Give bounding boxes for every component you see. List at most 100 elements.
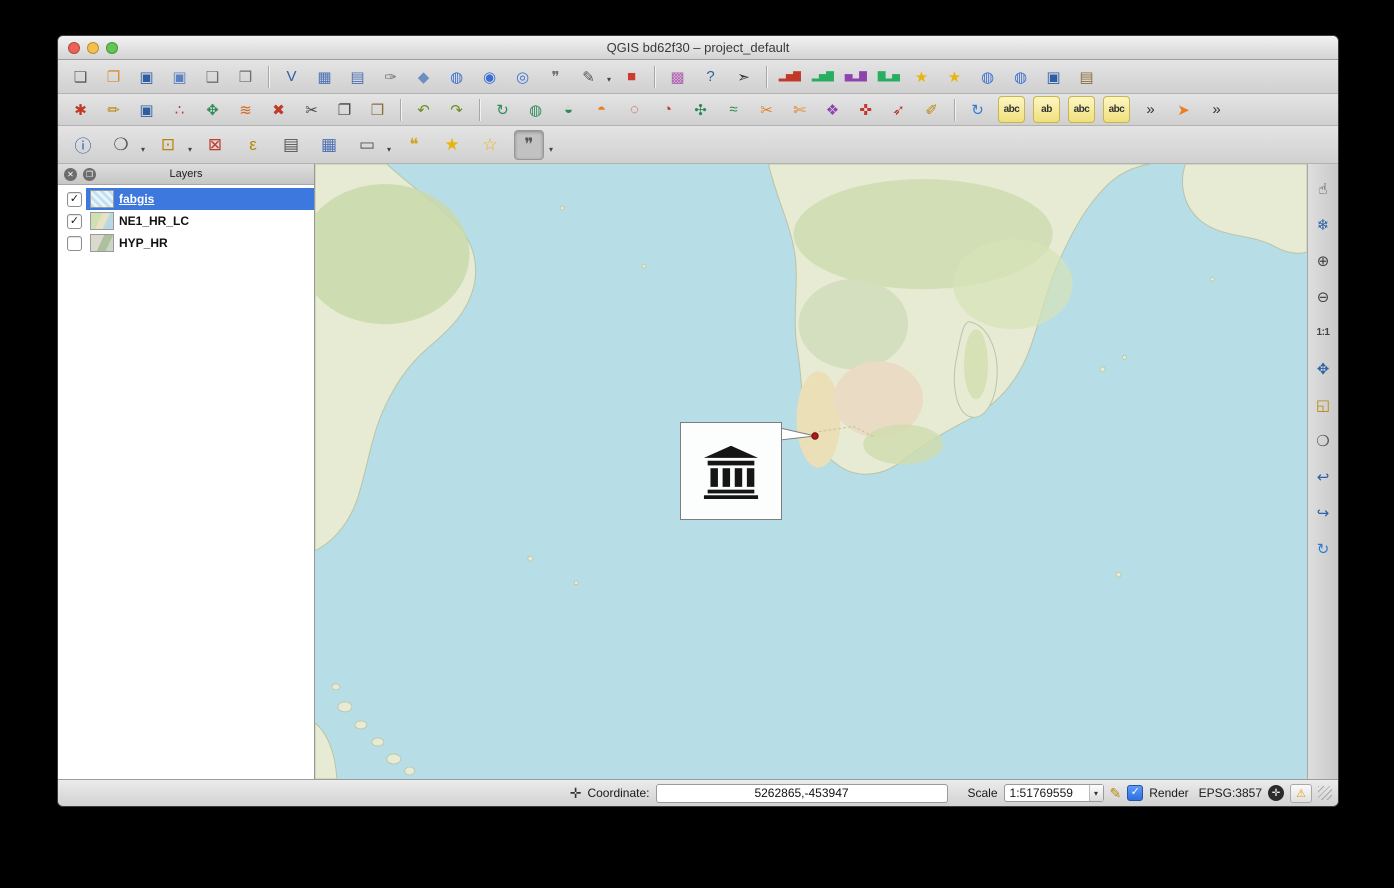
zoom-full-icon[interactable]: ✥ <box>1311 356 1336 381</box>
layer-visibility-checkbox[interactable] <box>67 214 82 229</box>
toolbar-overflow-icon[interactable]: » <box>1138 97 1163 122</box>
offset-point-symbols-icon[interactable]: ✐ <box>919 97 944 122</box>
show-spatial-bookmarks-icon[interactable]: ★ <box>942 64 967 89</box>
close-button[interactable] <box>68 42 80 54</box>
add-mssql-layer-icon[interactable]: ◆ <box>411 64 436 89</box>
deselect-features-icon[interactable]: ⊠ <box>201 131 229 159</box>
crs-status-icon[interactable]: ✛ <box>1268 785 1284 801</box>
add-delimited-text-layer-icon[interactable]: ❞ <box>543 64 568 89</box>
add-feature-icon[interactable]: ✱ <box>68 97 93 122</box>
full-histogram-stretch-icon[interactable]: ▂▅▇ <box>810 64 835 89</box>
minimize-button[interactable] <box>87 42 99 54</box>
new-spatial-bookmark-icon[interactable]: ★ <box>909 64 934 89</box>
zoom-to-selection-icon[interactable]: ❍ <box>1311 428 1336 453</box>
local-cumulative-stretch-icon[interactable]: ▇▂▅ <box>876 64 901 89</box>
histogram-stretch-icon[interactable]: ▂▅▇ <box>777 64 802 89</box>
text-annotation-icon[interactable]: ❞ <box>514 130 544 160</box>
copy-features-icon[interactable]: ❐ <box>332 97 357 122</box>
layer-row[interactable]: NE1_HR_LC <box>58 210 314 232</box>
local-histogram-stretch-icon[interactable]: ▅▂▇ <box>843 64 868 89</box>
cut-features-icon[interactable]: ✂ <box>299 97 324 122</box>
simplify-feature-icon[interactable]: ≋ <box>233 97 258 122</box>
fill-ring-icon[interactable]: ◓ <box>589 97 614 122</box>
resize-grip[interactable] <box>1318 786 1332 800</box>
add-part-icon[interactable]: ◒ <box>556 97 581 122</box>
add-postgis-layer-icon[interactable]: ▤ <box>345 64 370 89</box>
add-raster-layer-icon[interactable]: ▦ <box>312 64 337 89</box>
redo-icon[interactable]: ↷ <box>444 97 469 122</box>
rotate-point-symbols-icon[interactable]: ➶ <box>886 97 911 122</box>
open-attribute-table-icon[interactable]: ▤ <box>277 131 305 159</box>
show-bookmarks-icon[interactable]: ☆ <box>476 131 504 159</box>
refresh-map-icon[interactable]: ↻ <box>1311 536 1336 561</box>
toolbar-overflow-2-icon[interactable]: » <box>1204 97 1229 122</box>
style-manager-icon[interactable]: ▩ <box>665 64 690 89</box>
reshape-features-icon[interactable]: ✣ <box>688 97 713 122</box>
delete-selected-icon[interactable]: ✖ <box>266 97 291 122</box>
osm-upload-icon[interactable]: ◍ <box>1008 64 1033 89</box>
db-manager-icon[interactable]: ▤ <box>1074 64 1099 89</box>
add-wfs-layer-icon[interactable]: ◎ <box>510 64 535 89</box>
paste-features-icon[interactable]: ❒ <box>365 97 390 122</box>
map-canvas[interactable] <box>315 164 1307 779</box>
zoom-next-icon[interactable]: ↪ <box>1311 500 1336 525</box>
help-contents-icon[interactable]: ? <box>698 64 723 89</box>
delete-part-icon[interactable]: ◔ <box>655 97 680 122</box>
map-refresh-icon[interactable]: ↻ <box>965 97 990 122</box>
combo-dropdown-icon[interactable]: ▾ <box>1089 785 1103 801</box>
rotate-feature-icon[interactable]: ↻ <box>490 97 515 122</box>
layer-row[interactable]: HYP_HR <box>58 232 314 254</box>
titlebar[interactable]: QGIS bd62f30 – project_default <box>58 36 1338 60</box>
whats-this-icon[interactable]: ➣ <box>731 64 756 89</box>
map-tips-icon[interactable]: ❝ <box>400 131 428 159</box>
touch-zoom-icon[interactable]: ❄ <box>1311 212 1336 237</box>
new-project-icon[interactable]: ❏ <box>68 64 93 89</box>
add-vector-layer-icon[interactable]: V <box>279 64 304 89</box>
log-messages-icon[interactable]: ⚠ <box>1290 784 1312 803</box>
measure-tools-icon[interactable]: ▭ <box>353 131 381 159</box>
magnifier-pencil-icon[interactable]: ✎ <box>1110 785 1122 802</box>
open-project-icon[interactable]: ❐ <box>101 64 126 89</box>
zoom-last-icon[interactable]: ↩ <box>1311 464 1336 489</box>
layer-visibility-checkbox[interactable] <box>67 192 82 207</box>
merge-features-icon[interactable]: ❖ <box>820 97 845 122</box>
delete-ring-icon[interactable]: ◌ <box>622 97 647 122</box>
remove-layer-icon[interactable]: ■ <box>619 64 644 89</box>
save-as-image-icon[interactable]: ❑ <box>200 64 225 89</box>
layer-entry[interactable]: fabgis <box>86 188 314 210</box>
toggle-editing-icon[interactable]: ✏ <box>101 97 126 122</box>
osm-download-icon[interactable]: ◍ <box>975 64 1000 89</box>
panel-close-icon[interactable]: ✕ <box>64 168 77 181</box>
new-shapefile-layer-icon[interactable]: ✎ <box>576 64 601 89</box>
map-annotation[interactable] <box>680 422 782 520</box>
add-wcs-layer-icon[interactable]: ◉ <box>477 64 502 89</box>
panel-float-icon[interactable]: ❐ <box>83 168 96 181</box>
zoom-to-layer-icon[interactable]: ◱ <box>1311 392 1336 417</box>
layer-visibility-checkbox[interactable] <box>67 236 82 251</box>
save-project-icon[interactable]: ▣ <box>134 64 159 89</box>
layer-entry[interactable]: HYP_HR <box>86 232 314 254</box>
select-rectangle-icon[interactable]: ⊡ <box>154 131 182 159</box>
pin-labels-icon[interactable]: ab <box>1033 96 1060 123</box>
identify-features-icon[interactable]: ⓘ <box>69 131 97 159</box>
move-feature-icon[interactable]: ✥ <box>200 97 225 122</box>
add-ring-icon[interactable]: ◍ <box>523 97 548 122</box>
save-project-as-icon[interactable]: ▣ <box>167 64 192 89</box>
layer-labeling-icon[interactable]: abc <box>998 96 1025 123</box>
undo-icon[interactable]: ↶ <box>411 97 436 122</box>
add-spatialite-layer-icon[interactable]: ✑ <box>378 64 403 89</box>
plugin-arrow-icon[interactable]: ➤ <box>1171 97 1196 122</box>
select-feature-tools-icon[interactable]: ❍ <box>107 131 135 159</box>
layer-entry[interactable]: NE1_HR_LC <box>86 210 314 232</box>
split-parts-icon[interactable]: ✄ <box>787 97 812 122</box>
save-edits-icon[interactable]: ▣ <box>134 97 159 122</box>
zoom-out-icon[interactable]: ⊖ <box>1311 284 1336 309</box>
change-label-icon[interactable]: abc <box>1103 96 1130 123</box>
node-tool-icon[interactable]: ∴ <box>167 97 192 122</box>
coordinate-input[interactable] <box>656 784 948 803</box>
scale-combobox[interactable]: 1:51769559 ▾ <box>1004 784 1104 802</box>
split-features-icon[interactable]: ✂ <box>754 97 779 122</box>
new-bookmark-icon[interactable]: ★ <box>438 131 466 159</box>
select-by-expression-icon[interactable]: ε <box>239 131 267 159</box>
move-label-icon[interactable]: abc <box>1068 96 1095 123</box>
